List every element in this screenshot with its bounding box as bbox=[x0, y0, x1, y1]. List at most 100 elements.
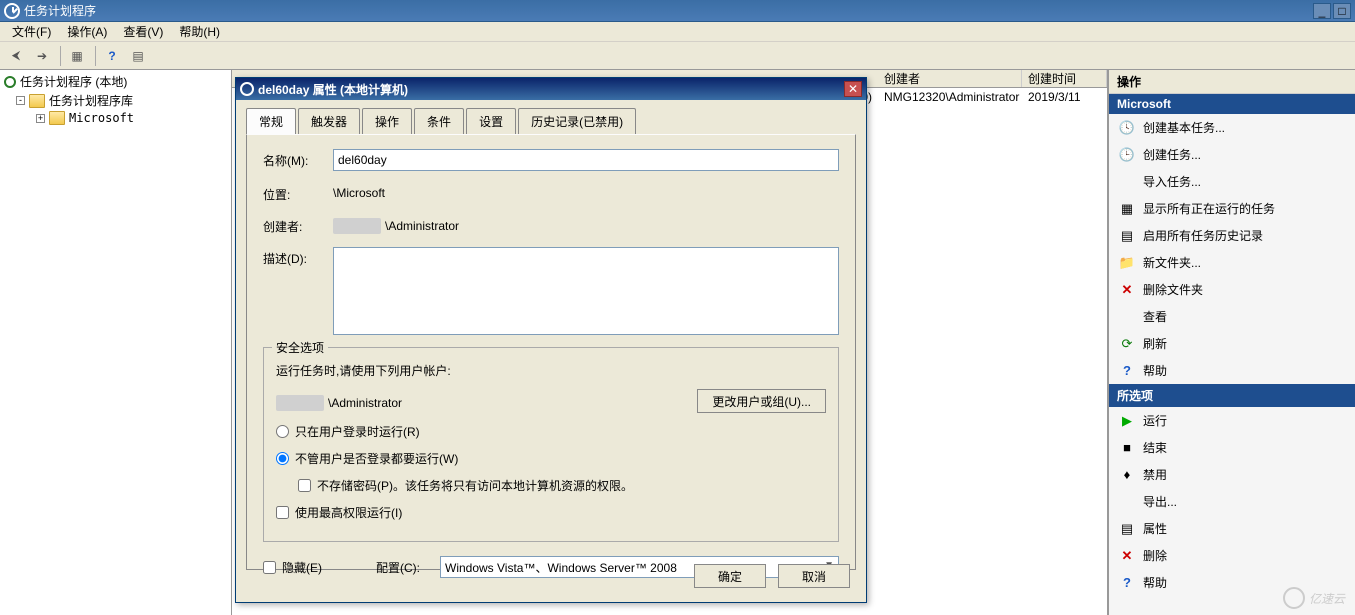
task-icon: 🕒 bbox=[1119, 147, 1135, 163]
view-icon bbox=[1119, 309, 1135, 325]
action-create-basic-task[interactable]: 🕓创建基本任务... bbox=[1109, 114, 1355, 141]
tab-history[interactable]: 历史记录(已禁用) bbox=[518, 108, 636, 134]
ok-button[interactable]: 确定 bbox=[694, 564, 766, 588]
app-title-bar: 任务计划程序 _ □ bbox=[0, 0, 1355, 22]
change-user-button[interactable]: 更改用户或组(U)... bbox=[697, 389, 826, 413]
author-label: 创建者: bbox=[263, 215, 333, 235]
action-export[interactable]: 导出... bbox=[1109, 488, 1355, 515]
watermark-icon bbox=[1283, 587, 1305, 609]
tab-general[interactable]: 常规 bbox=[246, 108, 296, 134]
stop-icon: ■ bbox=[1119, 440, 1135, 456]
action-show-running[interactable]: ▦显示所有正在运行的任务 bbox=[1109, 195, 1355, 222]
tree-microsoft-label: Microsoft bbox=[69, 111, 134, 125]
collapse-icon[interactable]: - bbox=[16, 96, 25, 105]
tab-panel-general: 名称(M): 位置: \Microsoft 创建者: xxxx\Administ… bbox=[246, 134, 856, 570]
import-icon bbox=[1119, 174, 1135, 190]
radio-logged-on-input[interactable] bbox=[276, 425, 289, 438]
navigation-tree: 任务计划程序 (本地) - 任务计划程序库 + Microsoft bbox=[0, 70, 232, 615]
folder-icon bbox=[49, 111, 65, 125]
action-view[interactable]: 查看 bbox=[1109, 303, 1355, 330]
action-delete[interactable]: ✕删除 bbox=[1109, 542, 1355, 569]
security-desc: 运行任务时,请使用下列用户帐户: bbox=[276, 362, 826, 379]
name-input[interactable] bbox=[333, 149, 839, 171]
action-import-task[interactable]: 导入任务... bbox=[1109, 168, 1355, 195]
action-enable-history[interactable]: ▤启用所有任务历史记录 bbox=[1109, 222, 1355, 249]
row-creator: NMG12320\Administrator bbox=[878, 90, 1022, 104]
col-creator[interactable]: 创建者 bbox=[878, 70, 1022, 87]
security-options-group: 安全选项 运行任务时,请使用下列用户帐户: xxxx\Administrator… bbox=[263, 347, 839, 542]
action-properties[interactable]: ▤属性 bbox=[1109, 515, 1355, 542]
hidden-checkbox[interactable] bbox=[263, 561, 276, 574]
action-help[interactable]: ?帮助 bbox=[1109, 357, 1355, 384]
menu-help[interactable]: 帮助(H) bbox=[171, 21, 228, 42]
security-legend: 安全选项 bbox=[272, 339, 328, 356]
cancel-button[interactable]: 取消 bbox=[778, 564, 850, 588]
menu-view[interactable]: 查看(V) bbox=[115, 21, 171, 42]
dialog-title-bar[interactable]: del60day 属性 (本地计算机) ✕ bbox=[236, 78, 866, 100]
help-icon[interactable]: ? bbox=[100, 45, 124, 67]
actions-pane-title: 操作 bbox=[1109, 70, 1355, 94]
new-folder-icon: 📁 bbox=[1119, 255, 1135, 271]
col-create-time[interactable]: 创建时间 bbox=[1022, 70, 1107, 87]
radio-run-logged-on[interactable]: 只在用户登录时运行(R) bbox=[276, 423, 826, 440]
history-icon: ▤ bbox=[1119, 228, 1135, 244]
tree-microsoft-node[interactable]: + Microsoft bbox=[2, 110, 229, 126]
toolbar-props-button[interactable]: ▤ bbox=[126, 45, 150, 67]
action-create-task[interactable]: 🕒创建任务... bbox=[1109, 141, 1355, 168]
menu-bar: 文件(F) 操作(A) 查看(V) 帮助(H) bbox=[0, 22, 1355, 42]
help-icon: ? bbox=[1119, 575, 1135, 591]
toolbar-show-button[interactable]: ▦ bbox=[65, 45, 89, 67]
toolbar-separator bbox=[95, 46, 96, 66]
tab-conditions[interactable]: 条件 bbox=[414, 108, 464, 134]
restore-button[interactable]: □ bbox=[1333, 3, 1351, 19]
description-input[interactable] bbox=[333, 247, 839, 335]
no-password-checkbox[interactable] bbox=[298, 479, 311, 492]
actions-section-selected: 所选项 bbox=[1109, 384, 1355, 407]
toolbar: ⮜ ➔ ▦ ? ▤ bbox=[0, 42, 1355, 70]
nav-fwd-button[interactable]: ➔ bbox=[30, 45, 54, 67]
dialog-title: del60day 属性 (本地计算机) bbox=[258, 81, 844, 98]
tab-settings[interactable]: 设置 bbox=[466, 108, 516, 134]
check-highest-priv[interactable]: 使用最高权限运行(I) bbox=[276, 504, 826, 521]
close-button[interactable]: ✕ bbox=[844, 81, 862, 97]
action-new-folder[interactable]: 📁新文件夹... bbox=[1109, 249, 1355, 276]
runas-account: xxxx\Administrator bbox=[276, 392, 402, 411]
action-run[interactable]: ▶运行 bbox=[1109, 407, 1355, 434]
help-icon: ? bbox=[1119, 363, 1135, 379]
radio-run-always[interactable]: 不管用户是否登录都要运行(W) bbox=[276, 450, 826, 467]
toolbar-separator bbox=[60, 46, 61, 66]
disable-icon: ♦ bbox=[1119, 467, 1135, 483]
action-disable[interactable]: ♦禁用 bbox=[1109, 461, 1355, 488]
author-value: xxxx\Administrator bbox=[333, 215, 459, 234]
action-delete-folder[interactable]: ✕删除文件夹 bbox=[1109, 276, 1355, 303]
dialog-tabs: 常规 触发器 操作 条件 设置 历史记录(已禁用) bbox=[236, 100, 866, 134]
export-icon bbox=[1119, 494, 1135, 510]
action-refresh[interactable]: ⟳刷新 bbox=[1109, 330, 1355, 357]
task-scheduler-icon bbox=[4, 76, 16, 88]
refresh-icon: ⟳ bbox=[1119, 336, 1135, 352]
redacted-domain: xxxx bbox=[333, 218, 381, 234]
tree-root-label: 任务计划程序 (本地) bbox=[20, 73, 127, 90]
name-label: 名称(M): bbox=[263, 149, 333, 169]
nav-back-button[interactable]: ⮜ bbox=[4, 45, 28, 67]
tree-root-node[interactable]: 任务计划程序 (本地) bbox=[2, 72, 229, 91]
dialog-button-row: 确定 取消 bbox=[678, 556, 866, 596]
minimize-button[interactable]: _ bbox=[1313, 3, 1331, 19]
highest-priv-checkbox[interactable] bbox=[276, 506, 289, 519]
check-no-password[interactable]: 不存储密码(P)。该任务将只有访问本地计算机资源的权限。 bbox=[276, 477, 826, 494]
watermark-text: 亿速云 bbox=[1309, 590, 1345, 607]
tree-library-node[interactable]: - 任务计划程序库 bbox=[2, 91, 229, 110]
expand-icon[interactable]: + bbox=[36, 114, 45, 123]
radio-always-input[interactable] bbox=[276, 452, 289, 465]
delete-icon: ✕ bbox=[1119, 282, 1135, 298]
delete-icon: ✕ bbox=[1119, 548, 1135, 564]
description-label: 描述(D): bbox=[263, 247, 333, 267]
tab-actions[interactable]: 操作 bbox=[362, 108, 412, 134]
task-scheduler-icon bbox=[4, 3, 20, 19]
wizard-icon: 🕓 bbox=[1119, 120, 1135, 136]
menu-file[interactable]: 文件(F) bbox=[4, 21, 59, 42]
tab-triggers[interactable]: 触发器 bbox=[298, 108, 360, 134]
menu-action[interactable]: 操作(A) bbox=[59, 21, 115, 42]
check-hidden[interactable]: 隐藏(E) bbox=[263, 559, 322, 576]
action-end[interactable]: ■结束 bbox=[1109, 434, 1355, 461]
